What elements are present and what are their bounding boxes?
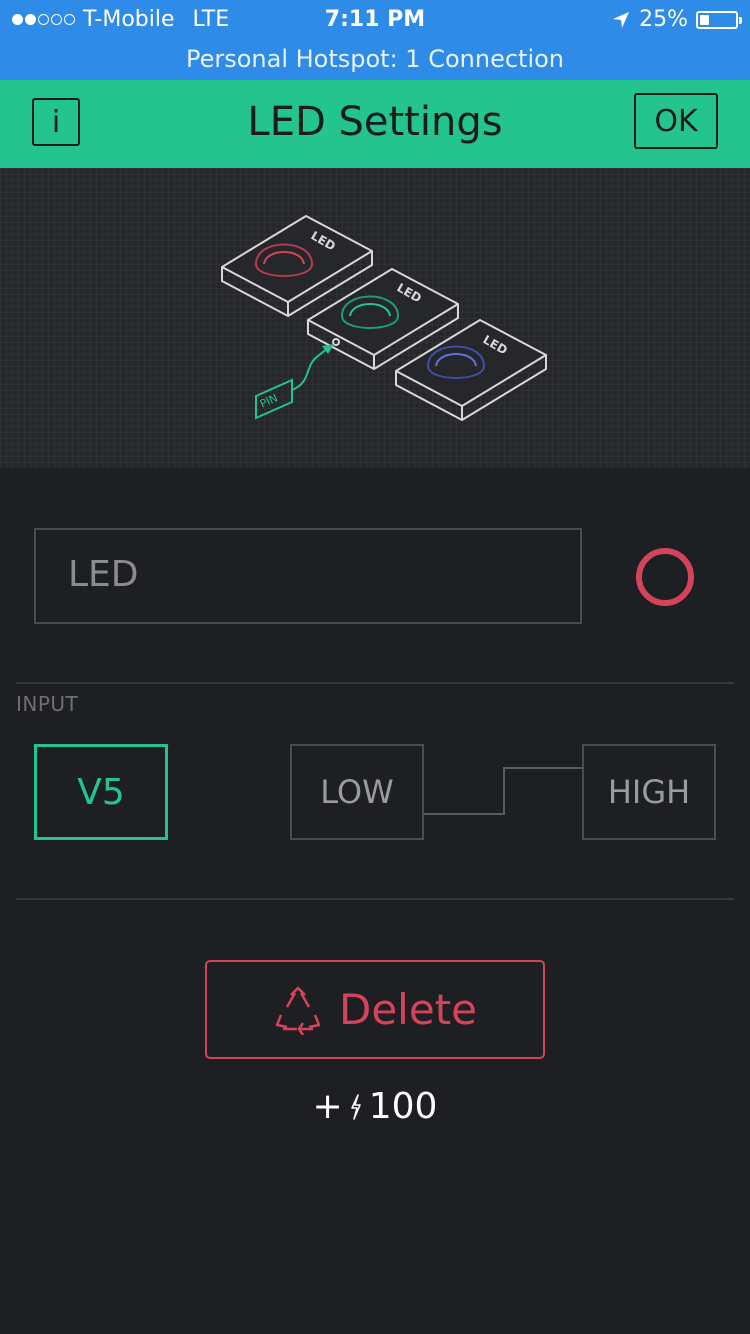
widget-illustration: LED LED LED PIN [0, 168, 750, 468]
delete-button[interactable]: Delete [205, 960, 545, 1059]
color-picker-button[interactable] [636, 548, 694, 606]
energy-prefix: + [312, 1086, 343, 1127]
status-right: 25% [611, 7, 742, 32]
range-connector [424, 767, 582, 815]
recycle-icon [275, 986, 321, 1035]
hotspot-banner[interactable]: Personal Hotspot: 1 Connection [0, 40, 750, 80]
widget-name-field[interactable]: LED [34, 528, 582, 624]
energy-amount: 100 [368, 1086, 438, 1127]
divider [16, 682, 734, 684]
high-value-field[interactable]: HIGH [582, 744, 716, 840]
energy-refund: + 100 [0, 1086, 750, 1127]
status-bar: T-Mobile LTE 7:11 PM 25% [0, 0, 750, 40]
delete-label: Delete [339, 985, 477, 1034]
pin-arrow [291, 347, 329, 391]
battery-percent: 25% [639, 7, 688, 32]
led-boards-illustration: LED LED LED PIN [221, 215, 547, 421]
divider [16, 898, 734, 900]
input-section-label: INPUT [16, 692, 79, 716]
battery-icon [696, 10, 742, 29]
header-bar: i LED Settings OK [0, 80, 750, 168]
low-value-field[interactable]: LOW [290, 744, 424, 840]
location-arrow-icon [613, 11, 630, 28]
ok-button[interactable]: OK [634, 93, 718, 149]
pin-select-button[interactable]: V5 [34, 744, 168, 840]
lightning-icon [350, 1093, 361, 1120]
led-board-blue [395, 319, 547, 421]
